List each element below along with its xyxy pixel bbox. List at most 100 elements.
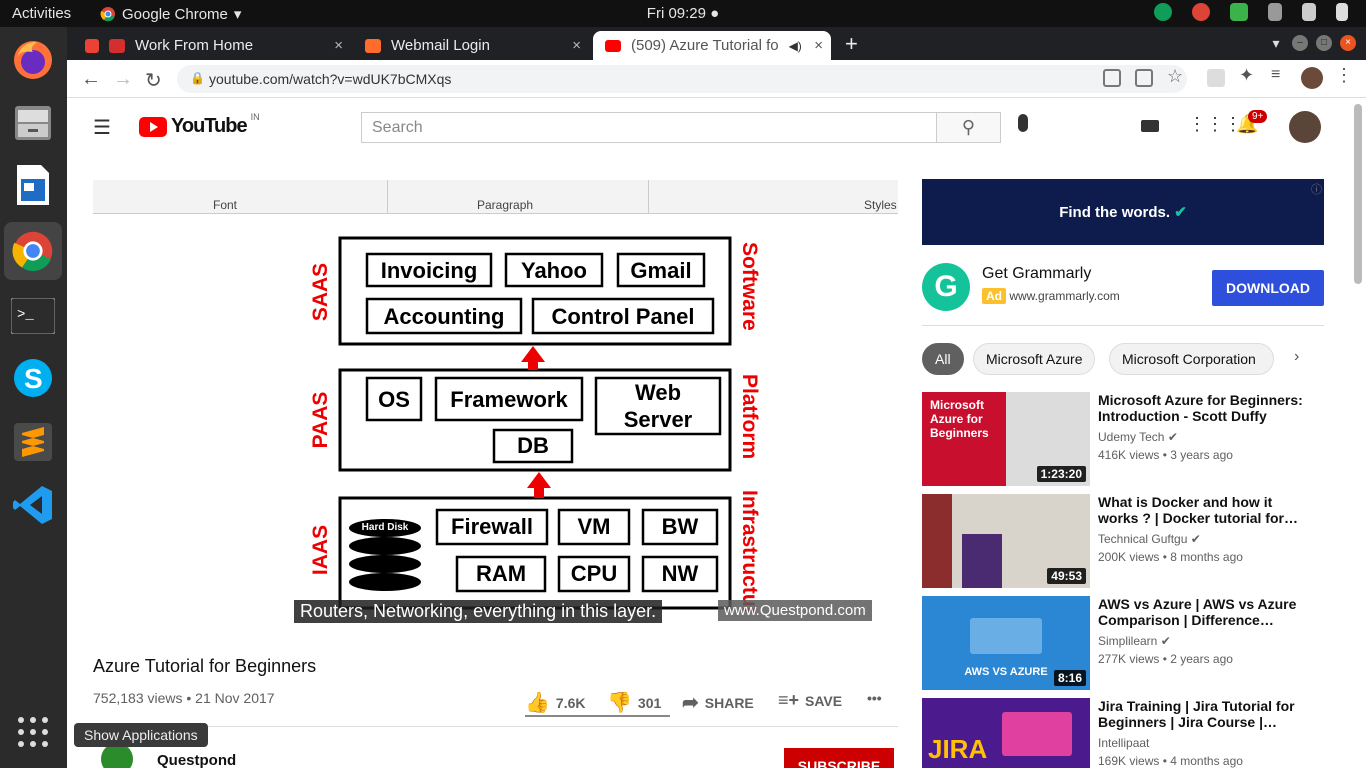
thumbs-up-icon: 👍 (525, 692, 550, 714)
video-title: Azure Tutorial for Beginners (93, 656, 317, 676)
chip-microsoft-azure[interactable]: Microsoft Azure (973, 343, 1096, 375)
thumbs-down-icon: 👎 (607, 692, 632, 714)
paas-item: Framework (450, 387, 568, 412)
system-top-bar: Activities Google Chrome ▾ Fri 09:29 ● (0, 0, 1366, 27)
tab-youtube[interactable]: (509) Azure Tutorial fo ◀) × (593, 31, 831, 60)
list-item[interactable]: Microsoft Azure for Beginners 1:23:20 Mi… (922, 392, 1342, 487)
chip-all[interactable]: All (922, 343, 964, 375)
chrome-tray-icon[interactable] (1192, 3, 1210, 21)
paas-item: OS (378, 387, 410, 412)
search-icon[interactable]: ⚲ (936, 112, 1001, 143)
terminal-icon[interactable]: >_ (8, 291, 58, 341)
video-title[interactable]: Jira Training | Jira Tutorial for Beginn… (1098, 698, 1303, 730)
list-item[interactable]: AWS VS AZURE 8:16 AWS vs Azure | AWS vs … (922, 596, 1342, 691)
dislike-button[interactable]: 👎 301 (607, 690, 661, 715)
notification-badge: 9+ (1248, 110, 1268, 123)
back-icon[interactable]: ← (81, 68, 101, 91)
forward-icon[interactable]: → (113, 68, 133, 91)
reload-icon[interactable]: ↻ (145, 68, 162, 93)
youtube-favicon (605, 39, 621, 52)
video-title[interactable]: What is Docker and how it works ? | Dock… (1098, 494, 1303, 526)
iaas-item: BW (662, 514, 699, 539)
minimize-icon[interactable]: – (1292, 35, 1308, 51)
ad-card[interactable]: G Get Grammarly Ad www.grammarly.com DOW… (922, 261, 1324, 321)
star-icon[interactable]: ☆ (1167, 66, 1185, 86)
info-icon[interactable]: ⓘ (1311, 181, 1322, 197)
battery-icon[interactable] (1336, 3, 1348, 21)
playlist-add-icon: ≡+ (778, 690, 800, 710)
video-meta: 416K views • 3 years ago (1098, 448, 1233, 462)
list-item[interactable]: JIRA Jira Training | Jira Tutorial for B… (922, 698, 1342, 768)
chevron-right-icon[interactable]: › (1294, 348, 1299, 366)
hangouts-icon[interactable] (1154, 3, 1172, 21)
maximize-icon[interactable]: □ (1316, 35, 1332, 51)
close-icon[interactable]: × (572, 37, 581, 54)
search-input[interactable]: Search (361, 112, 937, 143)
channel-name: Technical Guftgu ✔ (1098, 532, 1201, 546)
thumbnail[interactable]: JIRA (922, 698, 1090, 768)
firefox-icon[interactable] (8, 35, 58, 85)
audio-icon[interactable]: ◀) (789, 39, 802, 53)
tab-webmail-login[interactable]: Webmail Login × (353, 31, 589, 60)
tab-search-icon[interactable]: ▾ (1268, 35, 1284, 51)
iaas-item: CPU (571, 561, 617, 586)
download-button[interactable]: DOWNLOAD (1212, 270, 1324, 306)
video-title[interactable]: Microsoft Azure for Beginners: Introduct… (1098, 392, 1303, 424)
show-applications-icon[interactable] (8, 707, 58, 757)
close-icon[interactable]: × (814, 37, 823, 54)
like-button[interactable]: 👍 7.6K (525, 690, 585, 715)
thumbnail[interactable]: 49:53 (922, 494, 1090, 588)
extension-icon[interactable] (1207, 69, 1225, 87)
media-icon[interactable]: ≡ (1271, 66, 1289, 84)
sublime-icon[interactable] (8, 417, 58, 467)
gmail-icon (85, 38, 99, 53)
hamburger-icon[interactable]: ☰ (93, 115, 111, 140)
list-item[interactable]: 49:53 What is Docker and how it works ? … (922, 494, 1342, 589)
saas-item: Control Panel (551, 304, 694, 329)
chip-microsoft-corporation[interactable]: Microsoft Corporation (1109, 343, 1274, 375)
verified-icon: ✔ (1167, 430, 1178, 444)
files-icon[interactable] (8, 97, 58, 147)
youtube-logo[interactable]: YouTube IN (139, 112, 260, 138)
address-bar[interactable]: 🔒 youtube.com/watch?v=wdUK7bCMXqs (177, 65, 1187, 93)
network-icon[interactable] (1268, 3, 1282, 21)
check-icon[interactable] (1230, 3, 1248, 21)
writer-icon[interactable] (8, 160, 58, 210)
close-window-icon[interactable]: × (1340, 35, 1356, 51)
paas-item: Web (635, 380, 681, 405)
microphone-icon[interactable] (1018, 114, 1028, 132)
puzzle-icon[interactable]: ✦ (1239, 65, 1257, 85)
skype-icon[interactable]: S (8, 353, 58, 403)
thumbnail[interactable]: Microsoft Azure for Beginners 1:23:20 (922, 392, 1090, 486)
ad-banner[interactable]: Find the words. ✔ (922, 179, 1324, 245)
video-player[interactable]: Font Paragraph Styles Invoicing Yahoo Gm… (93, 180, 898, 630)
vscode-icon[interactable] (8, 480, 58, 530)
channel-name[interactable]: Questpond (157, 752, 236, 768)
new-tab-button[interactable]: + (845, 31, 858, 57)
thumbnail[interactable]: AWS VS AZURE 8:16 (922, 596, 1090, 690)
save-button[interactable]: ≡+ SAVE (778, 690, 842, 711)
create-video-icon[interactable] (1141, 120, 1159, 132)
apps-grid-icon[interactable]: ⋮⋮⋮ (1188, 114, 1242, 135)
menu-icon[interactable]: ⋮ (1335, 65, 1353, 85)
more-button[interactable]: ••• (867, 690, 882, 706)
volume-icon[interactable] (1302, 3, 1316, 21)
chrome-dock-icon[interactable] (4, 222, 62, 280)
svg-text:>_: >_ (17, 307, 34, 323)
profile-avatar[interactable] (1301, 67, 1323, 89)
translate-icon[interactable] (1135, 69, 1153, 87)
video-title[interactable]: AWS vs Azure | AWS vs Azure Comparison |… (1098, 596, 1303, 628)
avatar[interactable] (1289, 111, 1321, 143)
youtube-play-icon (139, 116, 167, 137)
tab-work-from-home[interactable]: Work From Home × (73, 31, 351, 60)
close-icon[interactable]: × (334, 37, 343, 54)
system-tray[interactable] (1154, 3, 1348, 21)
install-icon[interactable] (1103, 69, 1121, 87)
share-button[interactable]: ➦ SHARE (682, 690, 754, 715)
saas-item: Invoicing (381, 258, 478, 283)
scrollbar[interactable] (1354, 104, 1362, 284)
subscribe-button[interactable]: SUBSCRIBE (784, 748, 894, 768)
channel-name: Intellipaat (1098, 736, 1150, 750)
divider (93, 726, 898, 727)
lock-icon[interactable]: 🔒 (190, 71, 205, 85)
